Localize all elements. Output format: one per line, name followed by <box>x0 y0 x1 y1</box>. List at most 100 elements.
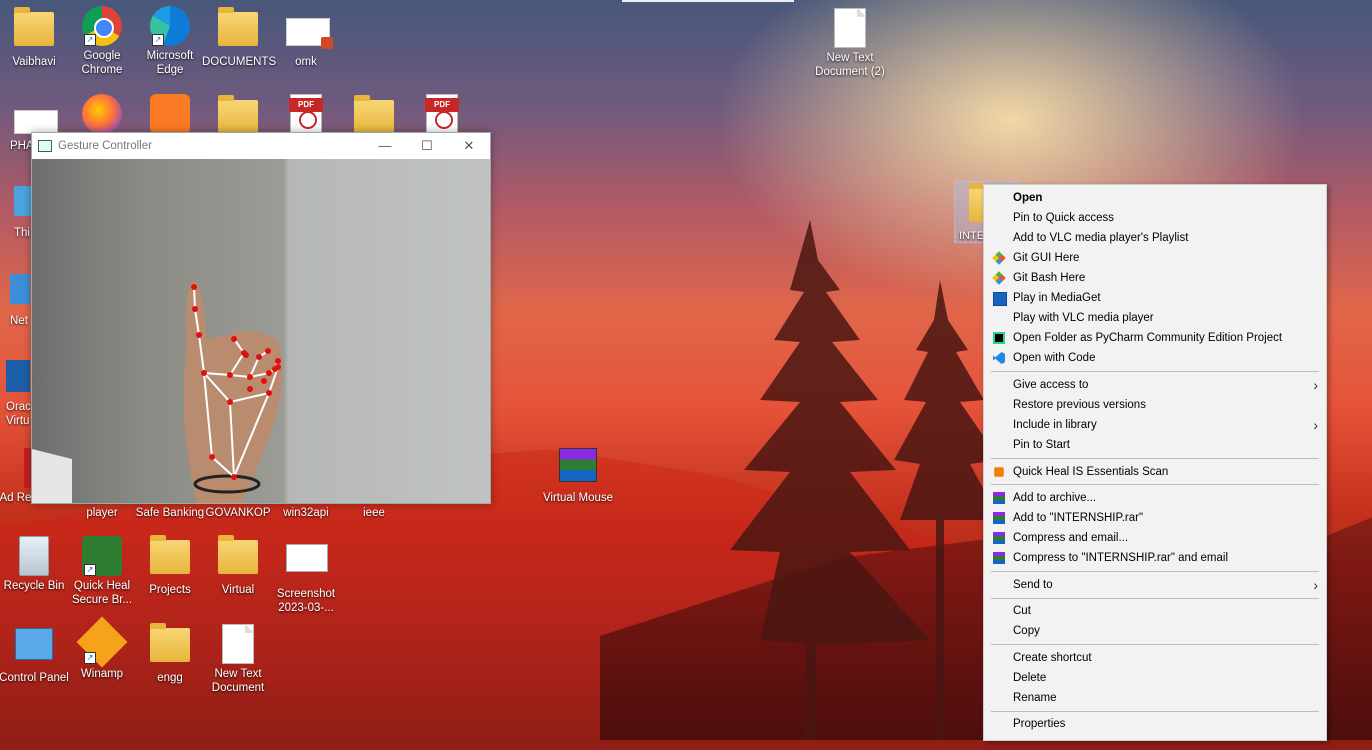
menu-item-label: Include in library <box>1013 419 1097 431</box>
desktop-icon-new-text-document[interactable]: New Text Document <box>202 624 274 695</box>
icon-label: Control Panel <box>0 672 69 684</box>
desktop-icon-govankop[interactable]: GOVANKOP <box>202 506 274 520</box>
menu-item-pin-start[interactable]: Pin to Start <box>984 435 1326 455</box>
desktop-icon-pdf-1[interactable]: PDF <box>270 94 342 137</box>
desktop-icon-win32api[interactable]: win32api <box>270 506 342 520</box>
menu-item-restore-versions[interactable]: Restore previous versions <box>984 395 1326 415</box>
icon-label: omk <box>295 56 317 68</box>
menu-item-compress-rar-email[interactable]: Compress to "INTERNSHIP.rar" and email <box>984 548 1326 568</box>
menu-item-open-code[interactable]: Open with Code <box>984 348 1326 368</box>
icon-label: Recycle Bin <box>3 580 65 592</box>
menu-item-add-archive[interactable]: Add to archive... <box>984 488 1326 508</box>
menu-separator <box>991 371 1319 372</box>
icon-label: GOVANKOP <box>205 507 271 519</box>
menu-item-label: Pin to Start <box>1013 439 1070 451</box>
desktop-icon-virtual[interactable]: Virtual <box>202 535 274 597</box>
menu-item-label: Play in MediaGet <box>1013 292 1101 304</box>
folder-icon <box>354 95 394 134</box>
menu-item-open-pycharm[interactable]: Open Folder as PyCharm Community Edition… <box>984 328 1326 348</box>
pdf-icon: PDF <box>289 94 323 134</box>
desktop-icon-pdf-2[interactable]: PDF <box>406 94 478 137</box>
screen-top-bar <box>622 0 794 2</box>
maximize-button[interactable]: ☐ <box>406 138 448 154</box>
minimize-button[interactable]: — <box>364 138 406 154</box>
desktop-icon-safe-banking[interactable]: Safe Banking <box>134 506 206 520</box>
menu-item-play-mediaget[interactable]: Play in MediaGet <box>984 288 1326 308</box>
menu-item-label: Add to VLC media player's Playlist <box>1013 232 1189 244</box>
menu-item-git-gui[interactable]: Git GUI Here <box>984 248 1326 268</box>
menu-item-create-shortcut[interactable]: Create shortcut <box>984 648 1326 668</box>
desktop-icon-screenshot[interactable]: Screenshot 2023-03-... <box>270 536 342 615</box>
pycharm-icon <box>993 332 1005 344</box>
desktop-icon-virtual-mouse[interactable]: Virtual Mouse <box>542 448 614 505</box>
menu-item-give-access[interactable]: Give access to › <box>984 375 1326 395</box>
desktop-icon-player[interactable]: player <box>66 506 138 520</box>
network-icon <box>10 274 30 304</box>
winrar-icon <box>993 512 1005 524</box>
desktop-icon-documents[interactable]: DOCUMENTS <box>202 7 276 69</box>
presentation-icon <box>286 18 333 49</box>
menu-item-git-bash[interactable]: Git Bash Here <box>984 268 1326 288</box>
window-title: Gesture Controller <box>58 139 152 152</box>
icon-label: Safe Banking <box>135 507 205 519</box>
context-menu[interactable]: Open Pin to Quick access Add to VLC medi… <box>983 184 1327 741</box>
close-button[interactable]: ✕ <box>448 138 490 154</box>
desktop-icon-control-panel[interactable]: Control Panel <box>0 624 70 685</box>
menu-item-label: Add to "INTERNSHIP.rar" <box>1013 512 1144 524</box>
menu-item-label: Compress to "INTERNSHIP.rar" and email <box>1013 552 1229 564</box>
desktop-icon-omk[interactable]: omk <box>270 14 342 69</box>
menu-item-include-library[interactable]: Include in library › <box>984 415 1326 435</box>
window-titlebar[interactable]: Gesture Controller — ☐ ✕ <box>32 133 490 158</box>
submenu-arrow-icon: › <box>1313 577 1318 593</box>
desktop-icon-quick-heal[interactable]: ↗ Quick Heal Secure Br... <box>66 536 138 607</box>
folder-icon <box>218 535 258 574</box>
menu-item-compress-email[interactable]: Compress and email... <box>984 528 1326 548</box>
menu-item-play-vlc[interactable]: Play with VLC media player <box>984 308 1326 328</box>
menu-item-label: Open <box>1013 192 1043 204</box>
menu-item-send-to[interactable]: Send to › <box>984 575 1326 595</box>
desktop-icon-engg[interactable]: engg <box>134 623 206 685</box>
menu-item-add-to-rar[interactable]: Add to "INTERNSHIP.rar" <box>984 508 1326 528</box>
menu-item-properties[interactable]: Properties <box>984 714 1326 734</box>
desktop-icon-firefox[interactable] <box>66 94 138 137</box>
control-panel-icon <box>15 628 53 660</box>
winrar-archive-icon <box>559 448 597 482</box>
gesture-controller-window[interactable]: Gesture Controller — ☐ ✕ <box>31 132 491 504</box>
git-icon <box>992 251 1006 265</box>
menu-item-cut[interactable]: Cut <box>984 601 1326 621</box>
icon-label: ieee <box>363 507 385 519</box>
menu-item-copy[interactable]: Copy <box>984 621 1326 641</box>
recycle-bin-icon <box>19 536 49 576</box>
desktop-icon-vaibhavi[interactable]: Vaibhavi <box>0 7 70 69</box>
desktop-icon-winamp[interactable]: ↗ Winamp <box>66 616 138 681</box>
wallpaper-trees <box>730 220 1000 740</box>
winrar-icon <box>993 532 1005 544</box>
desktop-icon-microsoft-edge[interactable]: ↗ Microsoft Edge <box>134 6 206 77</box>
desktop-icon-projects[interactable]: Projects <box>134 535 206 597</box>
user-folder-icon <box>14 7 54 46</box>
menu-item-label: Give access to <box>1013 379 1089 391</box>
menu-item-label: Copy <box>1013 625 1040 637</box>
menu-item-pin-quick-access[interactable]: Pin to Quick access <box>984 208 1326 228</box>
desktop-icon-recycle-bin[interactable]: Recycle Bin <box>0 536 70 593</box>
icon-label: Virtual <box>221 584 255 596</box>
desktop-icon-ieee[interactable]: ieee <box>338 506 410 520</box>
winrar-icon <box>993 492 1005 504</box>
menu-item-label: Rename <box>1013 692 1057 704</box>
menu-item-label: Open with Code <box>1013 352 1096 364</box>
menu-item-delete[interactable]: Delete <box>984 668 1326 688</box>
menu-item-rename[interactable]: Rename <box>984 688 1326 708</box>
menu-item-add-vlc-playlist[interactable]: Add to VLC media player's Playlist <box>984 228 1326 248</box>
desktop-icon-xampp[interactable] <box>134 94 206 137</box>
pdf-tag: PDF <box>289 98 323 112</box>
submenu-arrow-icon: › <box>1313 377 1318 393</box>
firefox-icon <box>82 94 122 134</box>
folder-icon <box>150 535 190 574</box>
menu-item-quick-heal-scan[interactable]: Quick Heal IS Essentials Scan <box>984 462 1326 482</box>
desktop-icon-new-text-document-2[interactable]: New Text Document (2) <box>814 8 886 79</box>
menu-item-label: Git GUI Here <box>1013 252 1080 264</box>
menu-item-open[interactable]: Open <box>984 188 1326 208</box>
vscode-icon <box>993 352 1005 364</box>
desktop-icon-google-chrome[interactable]: ↗ Google Chrome <box>66 6 138 77</box>
menu-item-label: Cut <box>1013 605 1031 617</box>
